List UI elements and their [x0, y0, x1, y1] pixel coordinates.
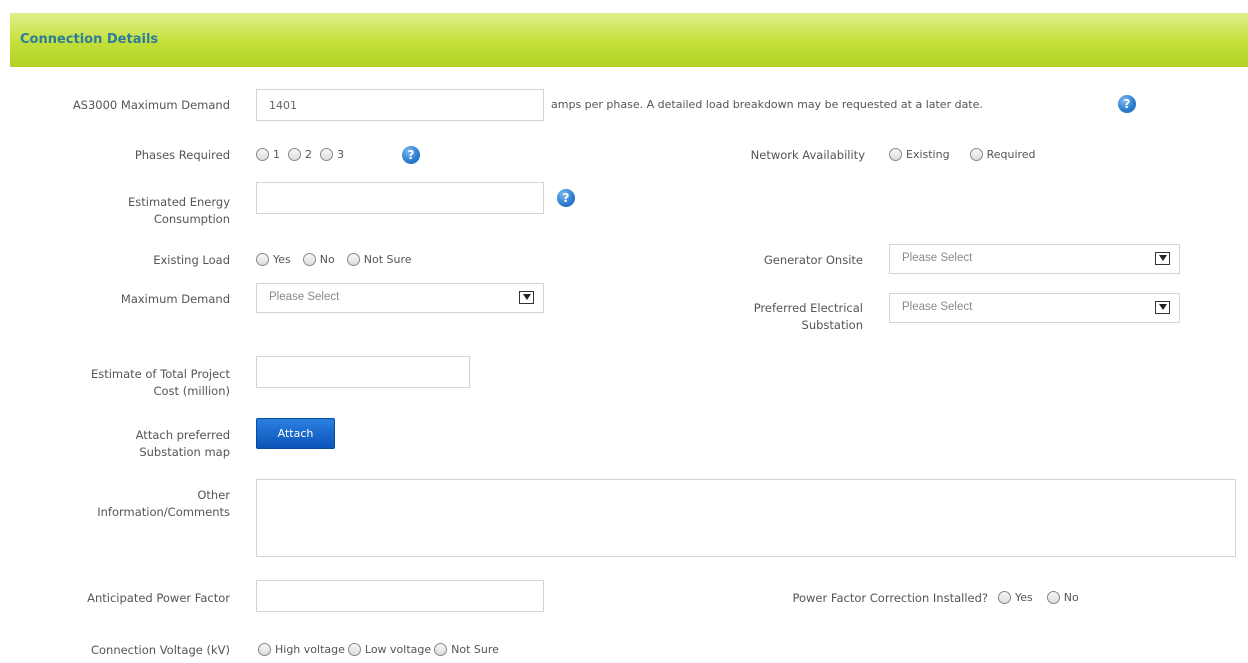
- network-radio-group: Existing Required: [889, 148, 1036, 161]
- power-factor-label: Anticipated Power Factor: [87, 591, 230, 605]
- pf-correction-label: Power Factor Correction Installed?: [792, 591, 988, 605]
- chevron-down-icon[interactable]: [519, 291, 534, 304]
- connection-details-form: Connection Details AS3000 Maximum Demand…: [0, 0, 1248, 663]
- help-icon[interactable]: ?: [1118, 95, 1136, 113]
- as3000-label: AS3000 Maximum Demand: [72, 98, 230, 112]
- project-cost-input[interactable]: [256, 356, 470, 388]
- radio-icon[interactable]: [256, 148, 269, 161]
- section-header: Connection Details: [10, 13, 1248, 67]
- attach-button[interactable]: Attach: [256, 418, 335, 449]
- voltage-radio-group: High voltage Low voltage Not Sure: [258, 643, 499, 656]
- voltage-label: Connection Voltage (kV): [90, 643, 230, 657]
- radio-icon[interactable]: [346, 253, 360, 266]
- pf-correction-option-yes[interactable]: Yes: [998, 591, 1033, 604]
- phases-radio-group: 1 2 3: [256, 148, 344, 161]
- pf-correction-radio-group: Yes No: [998, 591, 1079, 604]
- max-demand-select[interactable]: Please Select: [256, 283, 544, 313]
- network-option-required[interactable]: Required: [969, 148, 1036, 161]
- existing-load-label: Existing Load: [153, 253, 230, 267]
- radio-icon[interactable]: [320, 148, 333, 161]
- substation-select-value: Please Select: [902, 301, 973, 313]
- radio-icon[interactable]: [258, 643, 271, 656]
- comments-textarea[interactable]: [256, 479, 1236, 557]
- network-label: Network Availability: [750, 148, 865, 162]
- help-icon[interactable]: ?: [402, 146, 420, 164]
- section-title: Connection Details: [20, 32, 159, 47]
- chevron-down-icon[interactable]: [1155, 301, 1170, 314]
- phases-label: Phases Required: [134, 148, 230, 162]
- phase-option-3[interactable]: 3: [320, 148, 344, 161]
- radio-icon[interactable]: [969, 148, 983, 161]
- existing-load-option-not-sure[interactable]: Not Sure: [346, 253, 412, 266]
- radio-icon[interactable]: [288, 148, 301, 161]
- as3000-input[interactable]: [256, 89, 544, 121]
- generator-select-value: Please Select: [902, 252, 973, 264]
- existing-load-option-yes[interactable]: Yes: [256, 253, 291, 266]
- chevron-down-icon[interactable]: [1155, 252, 1170, 265]
- radio-icon[interactable]: [434, 643, 448, 656]
- voltage-option-high[interactable]: High voltage: [258, 643, 345, 656]
- max-demand-select-value: Please Select: [269, 291, 340, 303]
- radio-icon[interactable]: [256, 253, 269, 266]
- voltage-option-not-sure[interactable]: Not Sure: [434, 643, 499, 656]
- radio-icon[interactable]: [347, 643, 361, 656]
- pf-correction-option-no[interactable]: No: [1046, 591, 1079, 604]
- network-option-existing[interactable]: Existing: [889, 148, 950, 161]
- existing-load-radio-group: Yes No Not Sure: [256, 253, 412, 266]
- radio-icon[interactable]: [998, 591, 1011, 604]
- substation-select[interactable]: Please Select: [889, 293, 1180, 323]
- as3000-note: amps per phase. A detailed load breakdow…: [551, 98, 983, 111]
- generator-label: Generator Onsite: [763, 253, 863, 267]
- project-cost-label: Estimate of Total Project Cost (million): [90, 367, 230, 398]
- energy-label: Estimated Energy Consumption: [127, 195, 230, 226]
- help-icon[interactable]: ?: [557, 189, 575, 207]
- max-demand-label: Maximum Demand: [120, 292, 230, 306]
- substation-label: Preferred Electrical Substation: [753, 301, 863, 332]
- radio-icon[interactable]: [889, 148, 902, 161]
- energy-input[interactable]: [256, 182, 544, 214]
- attach-label: Attach preferred Substation map: [135, 428, 230, 459]
- power-factor-input[interactable]: [256, 580, 544, 612]
- radio-icon[interactable]: [302, 253, 316, 266]
- generator-select[interactable]: Please Select: [889, 244, 1180, 274]
- phase-option-2[interactable]: 2: [288, 148, 312, 161]
- existing-load-option-no[interactable]: No: [302, 253, 335, 266]
- radio-icon[interactable]: [1046, 591, 1060, 604]
- phase-option-1[interactable]: 1: [256, 148, 280, 161]
- voltage-option-low[interactable]: Low voltage: [347, 643, 431, 656]
- comments-label: Other Information/Comments: [97, 488, 230, 519]
